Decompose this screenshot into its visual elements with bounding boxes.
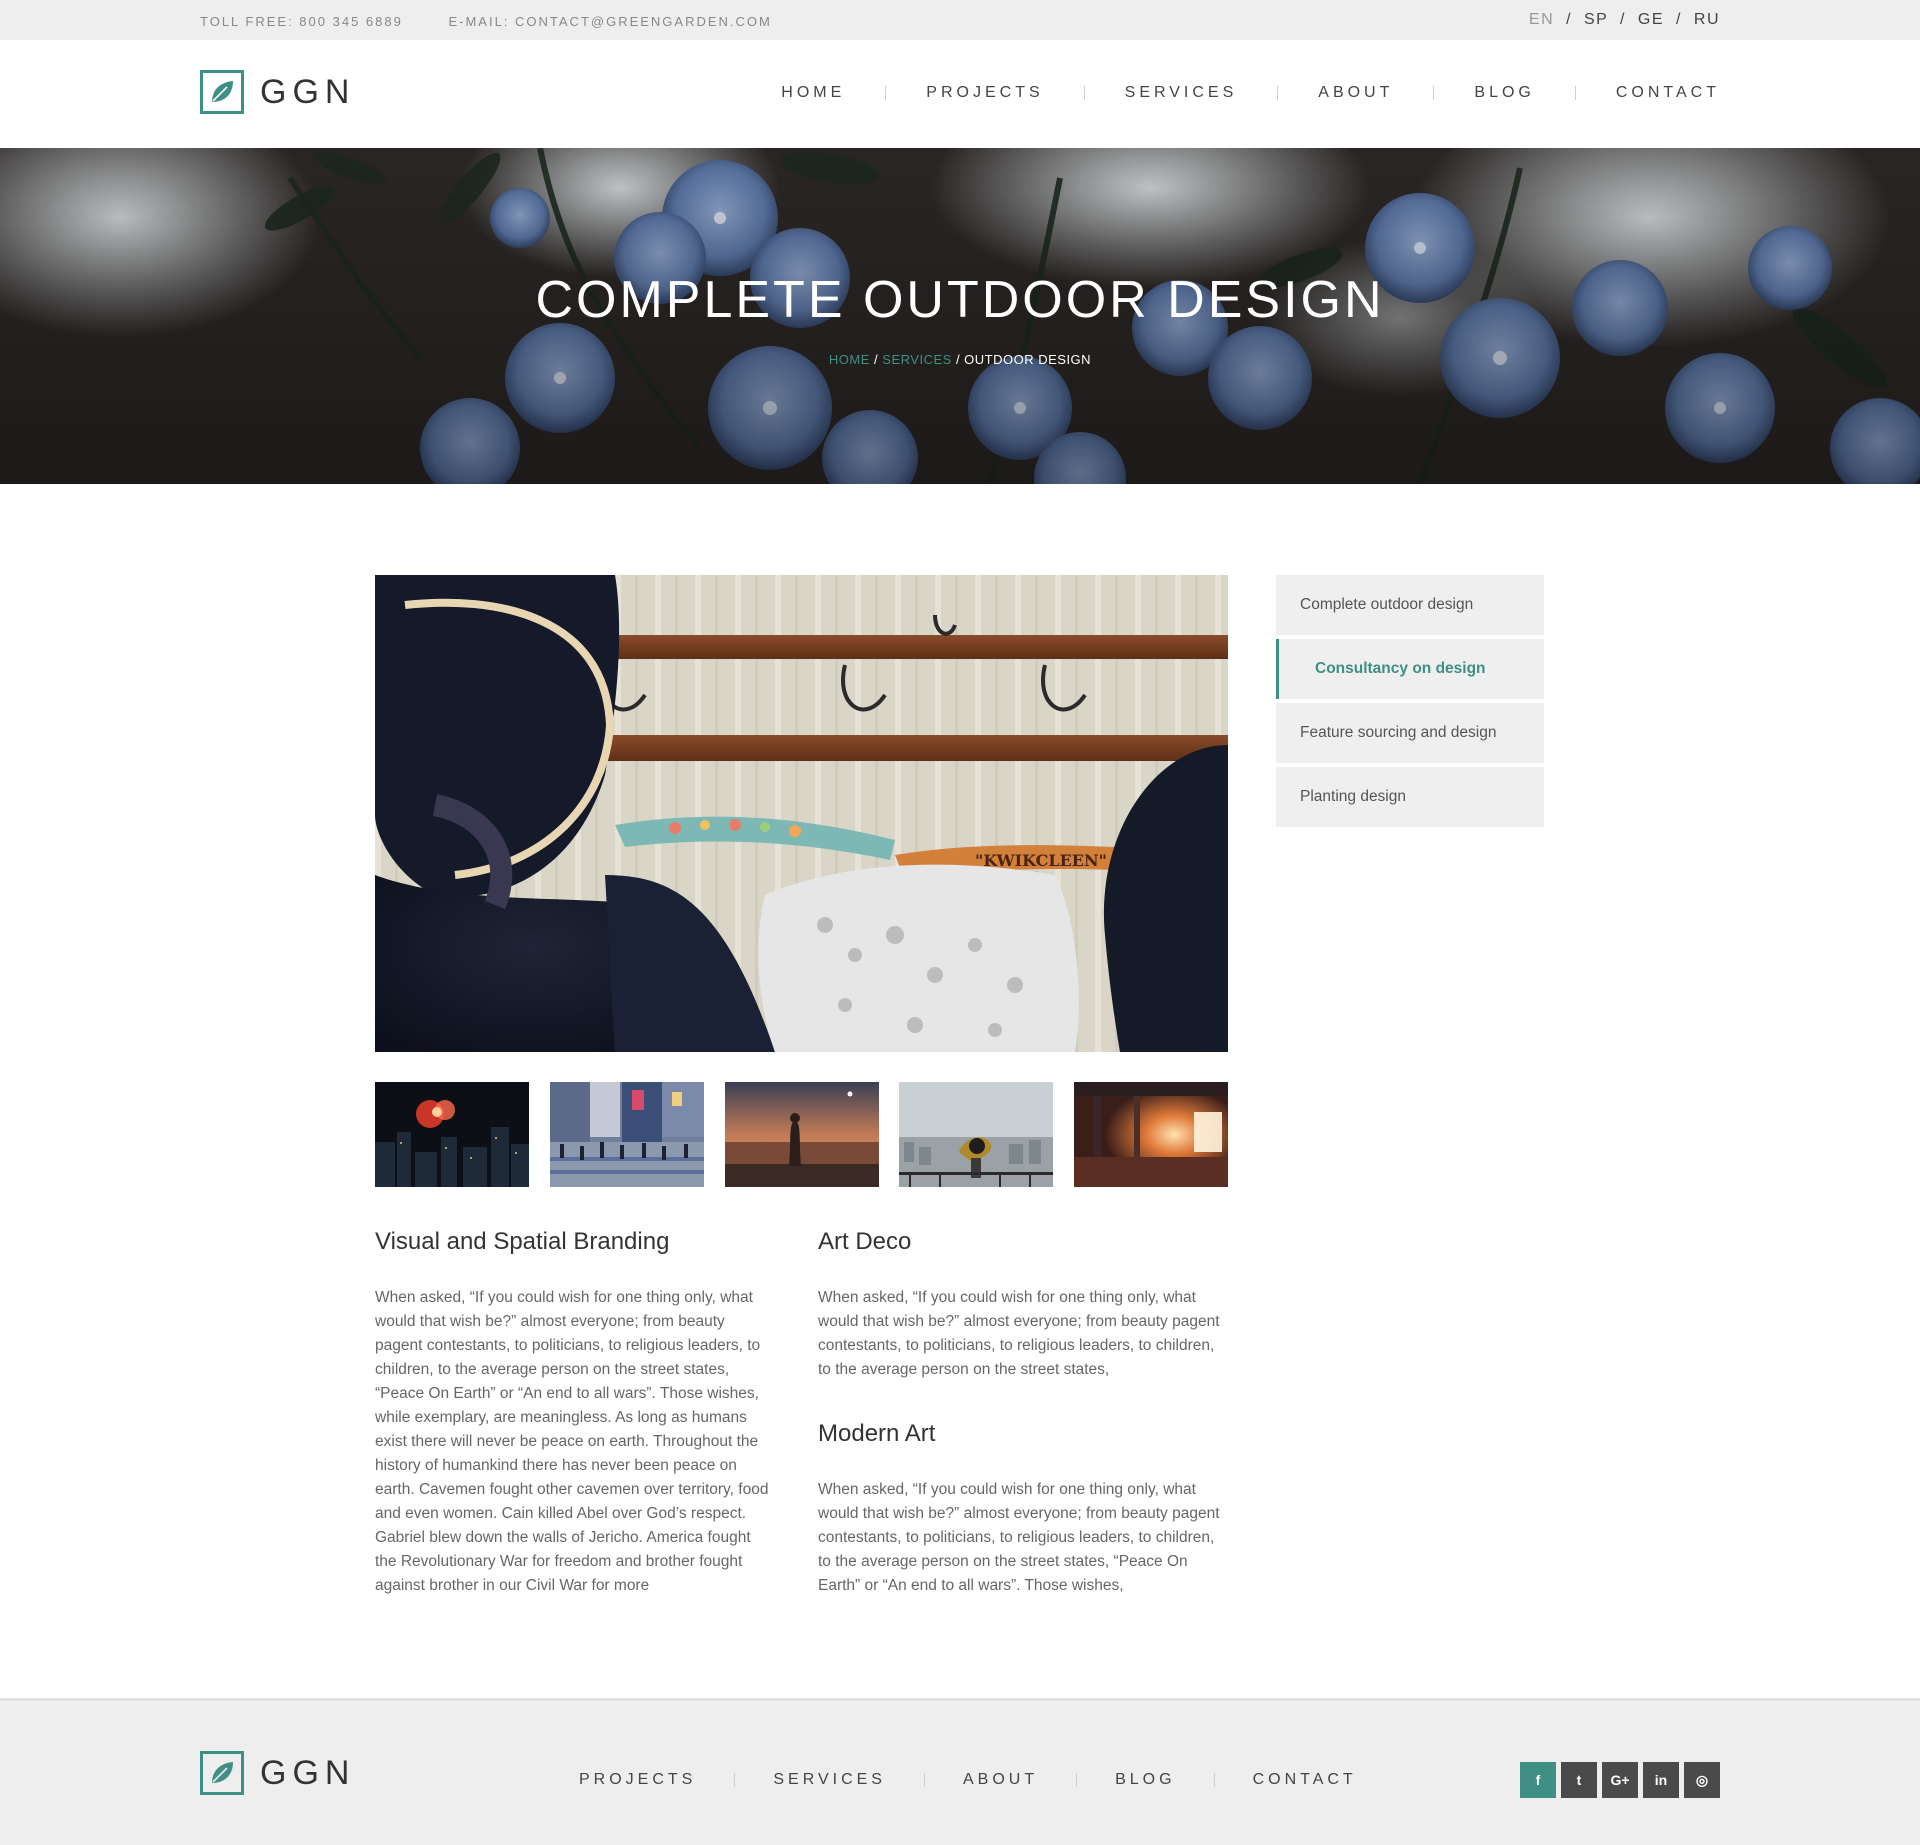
thumbnail-sunset-room[interactable] — [1074, 1082, 1228, 1187]
footer-nav-blog[interactable]: BLOG — [1115, 1771, 1175, 1789]
lang-separator: / — [1566, 11, 1573, 28]
nav-divider — [1083, 86, 1085, 100]
page-title: COMPLETE OUTDOOR DESIGN — [535, 271, 1385, 329]
social-links: f t G+ in ◎ — [1515, 1762, 1720, 1798]
breadcrumb-home[interactable]: HOME — [829, 352, 870, 367]
linkedin-icon[interactable]: in — [1643, 1762, 1679, 1798]
nav-divider — [1574, 86, 1576, 100]
breadcrumb-separator: / — [874, 352, 879, 367]
instagram-icon[interactable]: ◎ — [1684, 1762, 1720, 1798]
lang-ge[interactable]: GE — [1638, 11, 1664, 28]
email-link[interactable]: E-MAIL: CONTACT@GREENGARDEN.COM — [448, 14, 771, 29]
footer-nav: PROJECTS SERVICES ABOUT BLOG CONTACT — [579, 1771, 1357, 1789]
nav-divider — [1076, 1773, 1078, 1787]
lang-en[interactable]: EN — [1529, 11, 1554, 28]
section-body: When asked, “If you could wish for one t… — [818, 1289, 1220, 1378]
featured-image: "KWIKCLEEN" — [375, 575, 1228, 1052]
lang-sp[interactable]: SP — [1584, 11, 1608, 28]
sidebar-item-feature-sourcing[interactable]: Feature sourcing and design — [1276, 703, 1544, 763]
nav-contact[interactable]: CONTACT — [1616, 84, 1720, 102]
thumbnail-binocular-viewer[interactable] — [899, 1082, 1054, 1187]
top-bar: TOLL FREE: 800 345 6889 E-MAIL: CONTACT@… — [0, 0, 1920, 40]
leaf-icon — [200, 70, 244, 114]
nav-about[interactable]: ABOUT — [1318, 84, 1393, 102]
nav-divider — [923, 1773, 925, 1787]
nav-divider — [1277, 86, 1279, 100]
nav-divider — [1433, 86, 1435, 100]
language-switcher: EN / SP / GE / RU — [1529, 11, 1720, 29]
nav-services[interactable]: SERVICES — [1125, 84, 1238, 102]
breadcrumb-services[interactable]: SERVICES — [882, 352, 952, 367]
logo[interactable]: GGN — [200, 70, 355, 114]
lang-separator: / — [1675, 11, 1682, 28]
breadcrumb-current: / OUTDOOR DESIGN — [955, 352, 1092, 367]
logo-text: GGN — [260, 72, 356, 111]
sidebar-item-planting-design[interactable]: Planting design — [1276, 767, 1544, 827]
thumbnail-crowd[interactable] — [549, 1082, 704, 1187]
twitter-icon[interactable]: t — [1561, 1762, 1597, 1798]
toll-free: TOLL FREE: 800 345 6889 — [200, 14, 403, 29]
section-title: Modern Art — [818, 1420, 936, 1447]
site-footer: GGN PROJECTS SERVICES ABOUT BLOG CONTACT… — [0, 1698, 1920, 1845]
main-nav: HOME PROJECTS SERVICES ABOUT BLOG CONTAC… — [781, 84, 1720, 102]
section-body: When asked, “If you could wish for one t… — [375, 1289, 769, 1594]
breadcrumb: HOME / SERVICES / OUTDOOR DESIGN — [0, 352, 1920, 367]
footer-nav-about[interactable]: ABOUT — [963, 1771, 1038, 1789]
nav-divider — [1213, 1773, 1215, 1787]
services-sidebar: Complete outdoor design Consultancy on d… — [1276, 575, 1544, 831]
facebook-icon[interactable]: f — [1520, 1762, 1556, 1798]
thumbnail-sunset-city[interactable] — [724, 1082, 879, 1187]
logo-text: GGN — [260, 1753, 356, 1792]
contact-info: TOLL FREE: 800 345 6889 E-MAIL: CONTACT@… — [200, 14, 812, 29]
thumbnail-fireworks[interactable] — [375, 1082, 529, 1187]
section-title: Visual and Spatial Branding — [375, 1228, 670, 1255]
hero-banner: COMPLETE OUTDOOR DESIGN HOME / SERVICES … — [0, 148, 1920, 484]
sidebar-item-consultancy-on-design[interactable]: Consultancy on design — [1276, 639, 1544, 699]
lang-ru[interactable]: RU — [1694, 11, 1720, 28]
hanger-label: "KWIKCLEEN" — [975, 851, 1107, 870]
lang-separator: / — [1620, 11, 1626, 28]
leaf-icon — [200, 1751, 244, 1795]
gallery-thumbnails — [375, 1082, 1228, 1187]
section-title: Art Deco — [818, 1228, 912, 1255]
nav-blog[interactable]: BLOG — [1474, 84, 1534, 102]
footer-logo[interactable]: GGN — [200, 1751, 355, 1795]
content-column-right: Art Deco When asked, “If you could wish … — [818, 1228, 1228, 1598]
site-header: GGN HOME PROJECTS SERVICES ABOUT BLOG CO… — [0, 40, 1920, 148]
nav-divider — [885, 86, 887, 100]
nav-projects[interactable]: PROJECTS — [926, 84, 1043, 102]
google-plus-icon[interactable]: G+ — [1602, 1762, 1638, 1798]
nav-home[interactable]: HOME — [781, 84, 845, 102]
section-body: When asked, “If you could wish for one t… — [818, 1481, 1220, 1594]
content-column-left: Visual and Spatial Branding When asked, … — [375, 1228, 775, 1598]
sidebar-item-complete-outdoor-design[interactable]: Complete outdoor design — [1276, 575, 1544, 635]
footer-nav-services[interactable]: SERVICES — [773, 1771, 886, 1789]
nav-divider — [734, 1773, 736, 1787]
footer-nav-projects[interactable]: PROJECTS — [579, 1771, 696, 1789]
footer-nav-contact[interactable]: CONTACT — [1253, 1771, 1357, 1789]
